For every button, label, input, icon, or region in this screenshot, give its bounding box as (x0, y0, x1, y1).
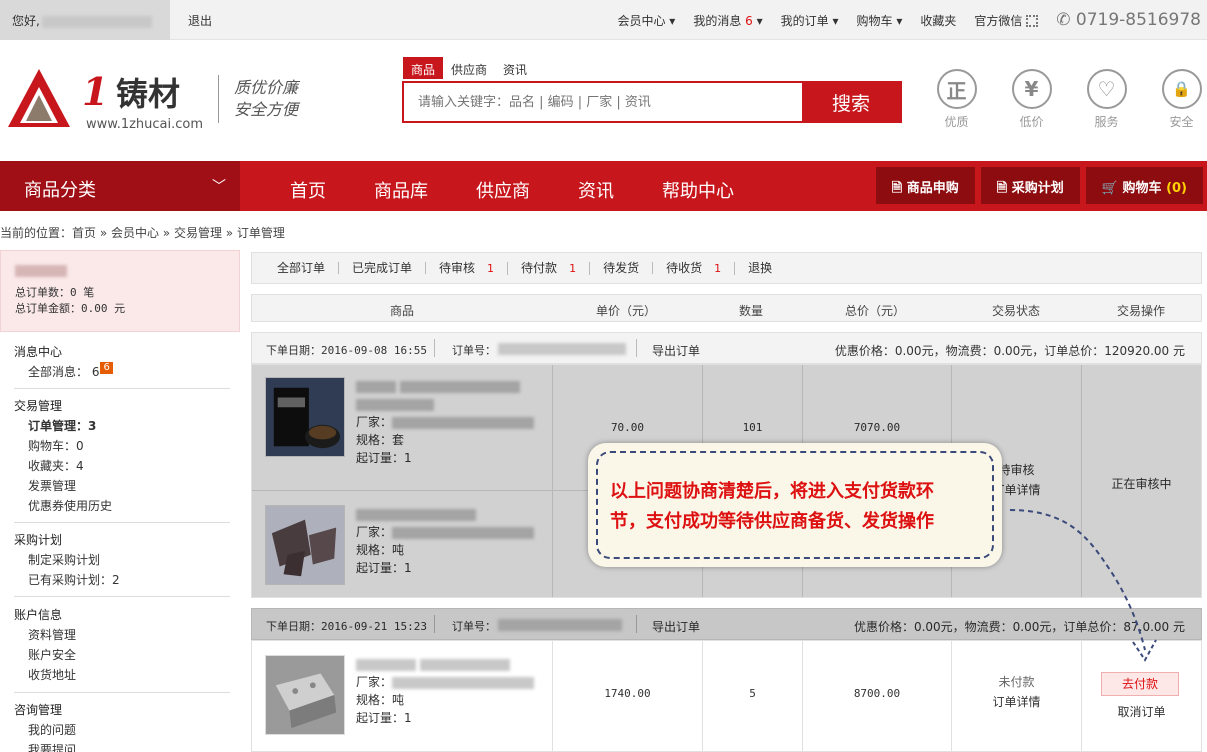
security-badge: 🔒 安全 (1159, 69, 1204, 130)
cart-link[interactable]: 购物车 ▾ (857, 12, 903, 29)
logo-divider (218, 75, 219, 123)
slogan: 质优价廉 安全方便 (234, 78, 299, 119)
product-image[interactable] (265, 655, 345, 735)
heart-icon: ♡ (1086, 69, 1127, 109)
greeting: 您好, (0, 0, 170, 40)
logo-text: 铸材 (116, 75, 181, 113)
order-summary: 优惠价格：0.00元，物流费：0.00元，订单总价：120920.00 元 (834, 344, 1185, 358)
order-table-header: 商品 单价（元） 数量 总价（元） 交易状态 交易操作 (251, 294, 1202, 322)
service-badges: 正优质 ¥ 低价 ♡ 服务 🔒 安全 (934, 69, 1204, 130)
sidebar: 总订单数：0 笔 总订单金额：0.00 元 消息中心 全部消息： 66 交易管理… (0, 250, 240, 752)
logo-number: 1 (82, 69, 109, 114)
sidebar-item-profile[interactable]: 资料管理 (14, 625, 76, 645)
message-count-badge: 6 (100, 362, 113, 374)
sidebar-item-my-questions[interactable]: 我的问题 (14, 720, 76, 740)
order-filter-tabs: 全部订单 已完成订单 待审核 1 待付款 1 待发货 待收货 1 退换 (251, 252, 1202, 284)
sidebar-item-coupon-history[interactable]: 优惠券使用历史 (14, 496, 112, 516)
nav-news[interactable]: 资讯 (554, 161, 638, 211)
sidebar-item-favorites[interactable]: 收藏夹：4 (14, 456, 112, 476)
sidebar-item-existing-plans[interactable]: 已有采购计划：2 (14, 570, 120, 590)
tab-pending-shipment[interactable]: 待发货 (590, 262, 654, 274)
document-icon: 🗎 (996, 181, 1008, 196)
search-tab-suppliers[interactable]: 供应商 (443, 57, 495, 79)
lock-icon: 🔒 (1161, 69, 1202, 109)
search-box: 搜索 (402, 81, 902, 123)
sidebar-item-address[interactable]: 收货地址 (14, 665, 76, 685)
document-icon: 🗎 (891, 181, 903, 196)
account-title: 账户信息 (14, 608, 63, 622)
favorites-link[interactable]: 收藏夹 (920, 12, 956, 29)
chevron-down-icon: ﹀ (212, 179, 226, 195)
trade-mgmt-title: 交易管理 (14, 399, 63, 413)
tab-pending-review[interactable]: 待审核 1 (426, 261, 509, 275)
yuan-icon: ¥ (1011, 69, 1052, 109)
sidebar-item-make-plan[interactable]: 制定采购计划 (14, 550, 120, 570)
wechat-link[interactable]: 官方微信 (974, 12, 1039, 29)
qrcode-icon (1026, 15, 1039, 27)
nav-products[interactable]: 商品库 (350, 161, 452, 211)
service-badge: ♡ 服务 (1084, 69, 1129, 130)
pay-button[interactable]: 去付款 (1101, 672, 1179, 696)
search-tab-news[interactable]: 资讯 (495, 57, 535, 79)
account-summary: 总订单数：0 笔 总订单金额：0.00 元 (0, 250, 240, 332)
my-orders-link[interactable]: 我的订单 ▾ (781, 12, 839, 29)
nav-home[interactable]: 首页 (266, 161, 350, 211)
cancel-order-link[interactable]: 取消订单 (1082, 703, 1201, 720)
price-badge: ¥ 低价 (1009, 69, 1054, 130)
tab-completed[interactable]: 已完成订单 (339, 262, 427, 274)
purchase-request-button[interactable]: 🗎 商品申购 (875, 167, 975, 204)
sidebar-item-account-security[interactable]: 账户安全 (14, 645, 76, 665)
category-menu[interactable]: 商品分类 ﹀ (0, 161, 240, 211)
msg-center-title: 消息中心 (14, 345, 63, 359)
export-order-link[interactable]: 导出订单 (652, 342, 700, 359)
tab-pending-payment[interactable]: 待付款 1 (508, 261, 591, 275)
order-status: 未付款 (998, 675, 1035, 689)
tab-returns[interactable]: 退换 (735, 262, 785, 274)
sidebar-item-order-mgmt[interactable]: 订单管理：3 (14, 416, 112, 436)
nav-cart-button[interactable]: 🛒 购物车 (0) (1085, 167, 1203, 204)
plan-title: 采购计划 (14, 533, 63, 547)
logo-mark[interactable] (6, 65, 72, 131)
sidebar-item-ask[interactable]: 我要提问 (14, 740, 76, 752)
quantity: 5 (749, 687, 756, 700)
search-tabs: 商品 供应商 资讯 (403, 57, 535, 79)
unit-price: 1740.00 (604, 687, 651, 700)
tab-pending-receipt[interactable]: 待收货 1 (653, 261, 736, 275)
quality-badge: 正优质 (934, 69, 979, 130)
order-detail-link[interactable]: 订单详情 (952, 693, 1081, 710)
phone: ✆ 0719-8516978 (1056, 10, 1201, 30)
quality-icon: 正 (936, 69, 977, 109)
consult-title: 咨询管理 (14, 703, 63, 717)
breadcrumb: 当前的位置：首页 » 会员中心 » 交易管理 » 订单管理 (0, 226, 285, 240)
my-messages-link[interactable]: 我的消息 6 ▾ (693, 12, 762, 29)
phone-icon: ✆ (1056, 10, 1071, 30)
cart-icon: 🛒 (1101, 181, 1118, 196)
main-nav: 商品分类 ﹀ 首页 商品库 供应商 资讯 帮助中心 🗎 商品申购 🗎 采购计划 🛒… (0, 161, 1207, 211)
search-tab-products[interactable]: 商品 (403, 57, 444, 79)
sidebar-item-all-messages[interactable]: 全部消息： 66 (14, 362, 113, 382)
line-total: 8700.00 (853, 687, 901, 700)
member-center-link[interactable]: 会员中心 ▾ (617, 12, 675, 29)
order-header: 下单日期：2016-09-08 16:55 订单号： 导出订单 优惠价格：0.0… (251, 332, 1202, 364)
tab-all-orders[interactable]: 全部订单 (264, 262, 340, 274)
search-input[interactable] (404, 83, 802, 121)
list-item: 厂家： 规格：吨 起订量：1 (252, 641, 552, 752)
sidebar-item-cart[interactable]: 购物车：0 (14, 436, 112, 456)
logo-url: www.1zhucai.com (86, 117, 204, 132)
top-bar: 您好, 退出 会员中心 ▾ 我的消息 6 ▾ 我的订单 ▾ 购物车 ▾ 收藏夹 … (0, 0, 1207, 40)
logout-link[interactable]: 退出 (188, 12, 212, 29)
search-button[interactable]: 搜索 (802, 83, 900, 121)
nav-help[interactable]: 帮助中心 (638, 161, 758, 211)
sidebar-item-invoice[interactable]: 发票管理 (14, 476, 112, 496)
header: 1 铸材 www.1zhucai.com 质优价廉 安全方便 商品 供应商 资讯 … (0, 41, 1207, 161)
arrow-icon (1009, 509, 1157, 662)
purchase-plan-button[interactable]: 🗎 采购计划 (980, 167, 1080, 204)
nav-suppliers[interactable]: 供应商 (452, 161, 554, 211)
annotation-callout: 以上问题协商清楚后，将进入支付货款环 节，支付成功等待供应商备货、发货操作 (588, 443, 1002, 567)
